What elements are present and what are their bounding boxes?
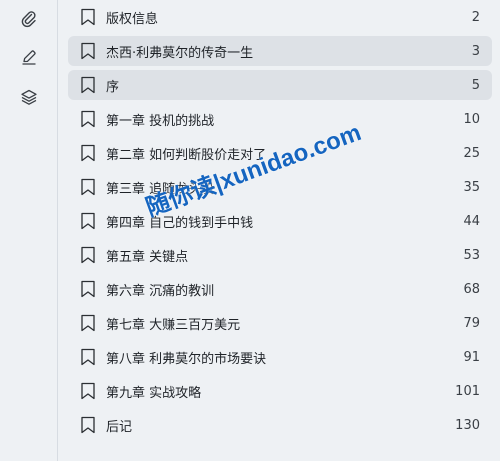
toc-item[interactable]: 序 5	[68, 70, 492, 100]
toc-item-title: 版权信息	[106, 11, 159, 27]
annotate-button[interactable]	[14, 42, 44, 72]
toc-item-page: 10	[463, 111, 480, 127]
toc-list: 版权信息 2 杰西·利弗莫尔的传奇一生 3 序 5 第一章 投机的挑战 10 第…	[68, 0, 492, 461]
toc-item-page: 35	[463, 179, 480, 195]
bookmark-icon[interactable]	[80, 110, 96, 128]
bookmark-icon[interactable]	[80, 8, 96, 26]
toc-item[interactable]: 第五章 关键点 53	[68, 240, 492, 270]
toc-item[interactable]: 第二章 如何判断股价走对了 25	[68, 138, 492, 168]
toc-item-title: 后记	[106, 419, 133, 435]
toc-item-title: 第一章 投机的挑战	[106, 113, 215, 129]
toc-item-page: 91	[463, 349, 480, 365]
toc-item[interactable]: 第七章 大赚三百万美元 79	[68, 308, 492, 338]
toc-item-page: 101	[455, 383, 480, 399]
layers-icon	[21, 89, 37, 105]
bookmark-icon[interactable]	[80, 76, 96, 94]
toc-item-page: 68	[463, 281, 480, 297]
toc-item-title: 第六章 沉痛的教训	[106, 283, 215, 299]
toc-item[interactable]: 第八章 利弗莫尔的市场要诀 91	[68, 342, 492, 372]
toc-item-title: 第九章 实战攻略	[106, 385, 202, 401]
toc-item[interactable]: 第一章 投机的挑战 10	[68, 104, 492, 134]
toc-item-title: 第四章 自己的钱到手中钱	[106, 215, 254, 231]
attachment-icon	[21, 11, 36, 28]
bookmark-icon[interactable]	[80, 348, 96, 366]
toc-item-title: 序	[106, 79, 120, 95]
toc-item[interactable]: 第六章 沉痛的教训 68	[68, 274, 492, 304]
toc-item-title: 第三章 追随龙头股	[106, 181, 215, 197]
layers-button[interactable]	[14, 82, 44, 112]
bookmark-icon[interactable]	[80, 42, 96, 60]
toc-item[interactable]: 后记 130	[68, 410, 492, 440]
bookmark-icon[interactable]	[80, 212, 96, 230]
bookmark-icon[interactable]	[80, 144, 96, 162]
toc-item-page: 5	[471, 77, 480, 93]
toc-item-page: 44	[463, 213, 480, 229]
toc-item-page: 79	[463, 315, 480, 331]
toc-item[interactable]: 第三章 追随龙头股 35	[68, 172, 492, 202]
pen-icon	[22, 50, 36, 65]
toc-item-page: 130	[455, 417, 480, 433]
attachment-button[interactable]	[14, 4, 44, 34]
toc-item-title: 第八章 利弗莫尔的市场要诀	[106, 351, 267, 367]
toc-item-title: 第七章 大赚三百万美元	[106, 317, 241, 333]
toc-item[interactable]: 杰西·利弗莫尔的传奇一生 3	[68, 36, 492, 66]
toc-item-title: 杰西·利弗莫尔的传奇一生	[106, 45, 254, 61]
bookmark-icon[interactable]	[80, 314, 96, 332]
left-tool-rail	[0, 0, 58, 461]
toc-item-page: 53	[463, 247, 480, 263]
toc-item-title: 第二章 如何判断股价走对了	[106, 147, 267, 163]
bookmark-icon[interactable]	[80, 178, 96, 196]
toc-item-page: 3	[471, 43, 480, 59]
bookmark-icon[interactable]	[80, 416, 96, 434]
bookmark-icon[interactable]	[80, 382, 96, 400]
toc-item-title: 第五章 关键点	[106, 249, 189, 265]
bookmark-icon[interactable]	[80, 246, 96, 264]
toc-item-page: 25	[463, 145, 480, 161]
toc-item-page: 2	[471, 9, 480, 25]
bookmark-icon[interactable]	[80, 280, 96, 298]
toc-item[interactable]: 第四章 自己的钱到手中钱 44	[68, 206, 492, 236]
toc-item[interactable]: 版权信息 2	[68, 2, 492, 32]
toc-item[interactable]: 第九章 实战攻略 101	[68, 376, 492, 406]
